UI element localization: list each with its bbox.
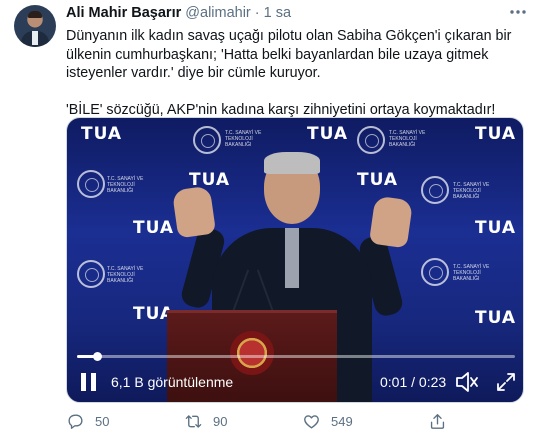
share-button[interactable] [428, 409, 457, 433]
like-count: 549 [331, 413, 353, 429]
ministry-seal-icon [421, 258, 449, 286]
like-icon [304, 414, 319, 429]
like-button[interactable]: 549 [302, 409, 353, 433]
backdrop-caption: T.C. SANAYİ VE TEKNOLOJİ BAKANLIĞI [389, 130, 426, 148]
video-time: 0:01 / 0:23 [380, 374, 447, 390]
backdrop-logo: TUA [307, 124, 349, 144]
ministry-seal-icon [421, 176, 449, 204]
more-dots-icon[interactable] [508, 2, 528, 22]
backdrop-caption: T.C. SANAYİ VE TEKNOLOJİ BAKANLIĞI [225, 130, 262, 148]
tweet-paragraph: Dünyanın ilk kadın savaş uçağı pilotu ol… [66, 28, 512, 81]
backdrop-logo: TUA [475, 308, 517, 328]
retweet-count: 90 [213, 413, 228, 429]
tweet-header: Ali Mahir Başarır @alimahir · 1 sa [66, 5, 291, 21]
video-progress-bar[interactable] [77, 352, 515, 361]
video-player[interactable]: TUA TUA TUA TUA TUA TUA TUA TUA TUA TUA … [66, 117, 524, 403]
backdrop-logo: TUA [81, 124, 123, 144]
backdrop-caption: T.C. SANAYİ VE TEKNOLOJİ BAKANLIĞI [453, 264, 490, 282]
separator: · [254, 5, 260, 21]
pause-icon[interactable] [81, 373, 97, 391]
timestamp[interactable]: 1 sa [264, 5, 291, 21]
video-controls: 6,1 B görüntülenme 0:01 / 0:23 [67, 363, 523, 402]
reply-button[interactable]: 50 [66, 409, 109, 433]
retweet-button[interactable]: 90 [184, 409, 227, 433]
retweet-icon [185, 414, 202, 428]
reply-count: 50 [95, 413, 110, 429]
speaker-muted-icon[interactable] [455, 371, 479, 393]
author-handle[interactable]: @alimahir [185, 5, 250, 21]
tweet-actions: 50 90 549 [66, 409, 524, 433]
share-icon [430, 413, 445, 429]
backdrop-logo: TUA [475, 218, 517, 238]
backdrop-caption: T.C. SANAYİ VE TEKNOLOJİ BAKANLIĞI [453, 182, 490, 200]
backdrop-logo: TUA [475, 124, 517, 144]
tweet-text: Dünyanın ilk kadın savaş uçağı pilotu ol… [66, 27, 524, 119]
avatar[interactable] [14, 5, 56, 47]
backdrop-caption: T.C. SANAYİ VE TEKNOLOJİ BAKANLIĞI [107, 176, 144, 194]
tweet[interactable]: Ali Mahir Başarır @alimahir · 1 sa Dünya… [0, 0, 533, 439]
video-progress-handle[interactable] [92, 352, 102, 361]
reply-icon [68, 413, 83, 429]
ministry-seal-icon [77, 170, 105, 198]
backdrop-caption: T.C. SANAYİ VE TEKNOLOJİ BAKANLIĞI [107, 266, 144, 284]
author-name[interactable]: Ali Mahir Başarır [66, 5, 181, 21]
view-count: 6,1 B görüntülenme [111, 374, 234, 390]
ministry-seal-icon [77, 260, 105, 288]
fullscreen-icon[interactable] [495, 371, 517, 393]
